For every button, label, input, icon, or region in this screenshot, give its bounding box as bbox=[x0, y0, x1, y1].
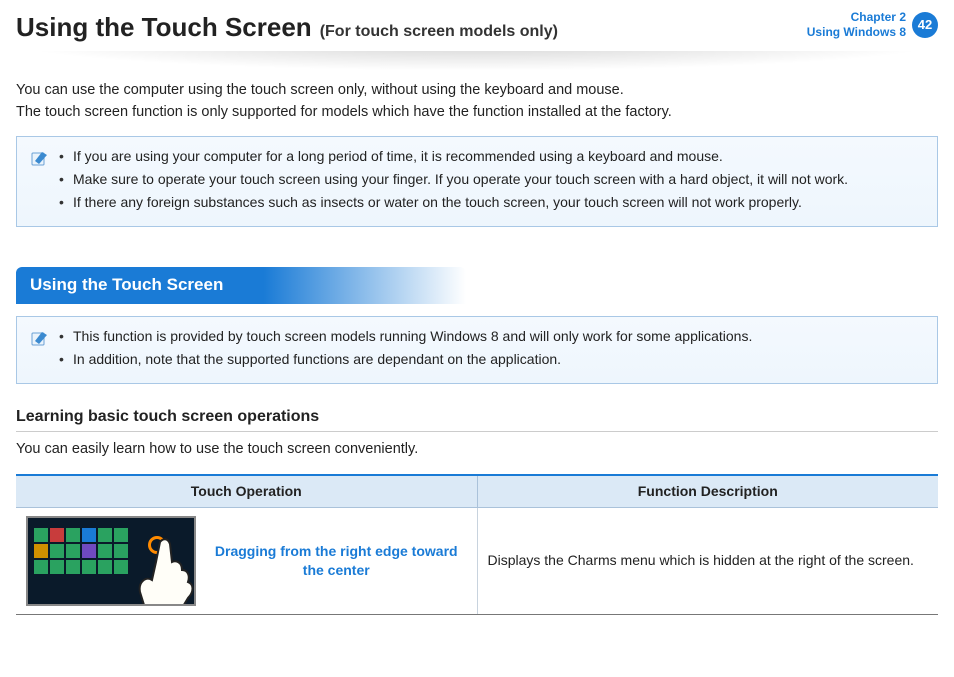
chapter-block: Chapter 2 Using Windows 8 42 bbox=[807, 10, 938, 40]
intro-text: You can use the computer using the touch… bbox=[16, 81, 938, 122]
title-group: Using the Touch Screen (For touch screen… bbox=[16, 10, 558, 45]
section-heading: Using the Touch Screen bbox=[16, 267, 466, 304]
note-icon bbox=[31, 149, 49, 216]
note-box-2: This function is provided by touch scree… bbox=[16, 316, 938, 384]
gesture-thumbnail bbox=[26, 516, 196, 606]
table-header-operation: Touch Operation bbox=[16, 475, 477, 507]
page-header: Using the Touch Screen (For touch screen… bbox=[16, 0, 938, 51]
note-box-1: If you are using your computer for a lon… bbox=[16, 136, 938, 227]
note-list-1: If you are using your computer for a lon… bbox=[59, 147, 923, 216]
page-title: Using the Touch Screen bbox=[16, 10, 312, 45]
touch-operations-table: Touch Operation Function Description bbox=[16, 474, 938, 615]
header-shadow-divider bbox=[0, 51, 954, 71]
table-row: Dragging from the right edge toward the … bbox=[16, 507, 938, 614]
sub-heading: Learning basic touch screen operations bbox=[16, 406, 938, 433]
note-icon bbox=[31, 329, 49, 373]
page-number-badge: 42 bbox=[912, 12, 938, 38]
cell-operation: Dragging from the right edge toward the … bbox=[16, 507, 477, 614]
note-item: In addition, note that the supported fun… bbox=[59, 350, 923, 369]
cell-description: Displays the Charms menu which is hidden… bbox=[477, 507, 938, 614]
note-item: If you are using your computer for a lon… bbox=[59, 147, 923, 166]
operation-label: Dragging from the right edge toward the … bbox=[206, 542, 467, 578]
intro-line1: You can use the computer using the touch… bbox=[16, 81, 938, 101]
note-list-2: This function is provided by touch scree… bbox=[59, 327, 923, 373]
table-header-description: Function Description bbox=[477, 475, 938, 507]
chapter-line1: Chapter 2 bbox=[807, 10, 906, 25]
intro-line2: The touch screen function is only suppor… bbox=[16, 103, 938, 123]
page-subtitle: (For touch screen models only) bbox=[320, 21, 558, 43]
note-item: This function is provided by touch scree… bbox=[59, 327, 923, 346]
sub-intro: You can easily learn how to use the touc… bbox=[16, 440, 938, 460]
chapter-line2: Using Windows 8 bbox=[807, 25, 906, 40]
hand-icon bbox=[130, 532, 196, 606]
chapter-text: Chapter 2 Using Windows 8 bbox=[807, 10, 906, 40]
note-item: If there any foreign substances such as … bbox=[59, 193, 923, 212]
note-item: Make sure to operate your touch screen u… bbox=[59, 170, 923, 189]
